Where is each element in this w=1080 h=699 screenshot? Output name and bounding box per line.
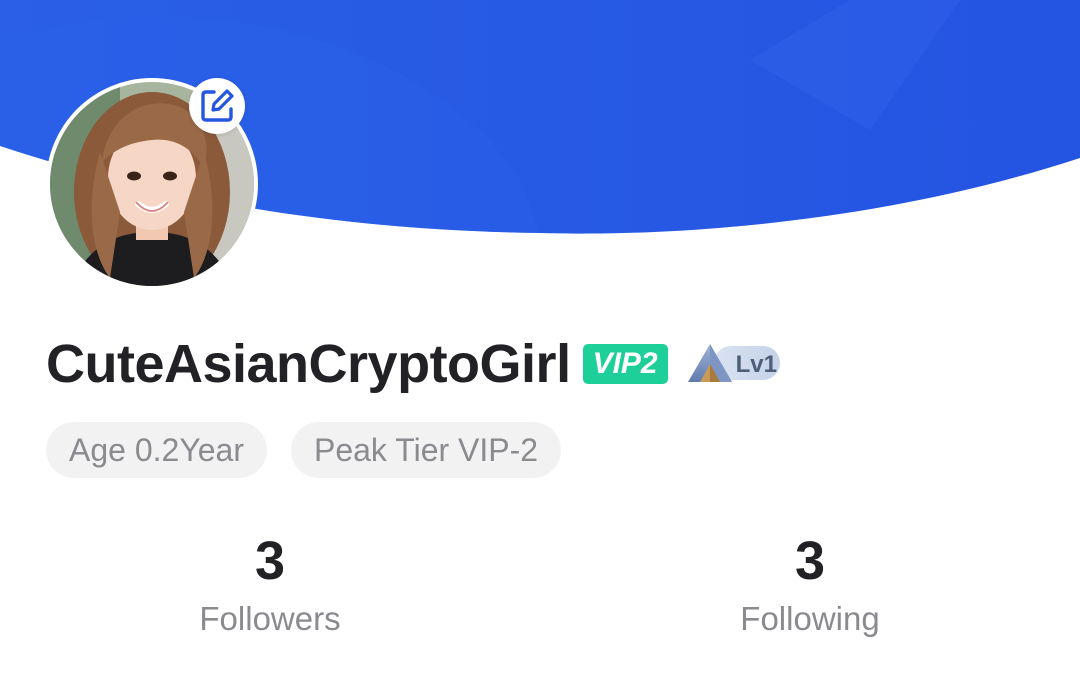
edit-profile-button[interactable] (189, 78, 245, 134)
followers-label: Followers (199, 600, 341, 637)
level-label: Lv1 (735, 351, 777, 378)
username: CuteAsianCryptoGirl (46, 334, 571, 394)
following-stat[interactable]: 3 Following (660, 528, 960, 638)
age-tag: Age 0.2Year (46, 422, 267, 478)
peak-tier-tag: Peak Tier VIP-2 (290, 422, 562, 478)
followers-count: 3 (254, 531, 286, 591)
followers-stat[interactable]: 3 Followers (120, 528, 420, 638)
name-row: CuteAsianCryptoGirl VIP2 Lv1 (46, 332, 782, 396)
profile-tags: Age 0.2Year Peak Tier VIP-2 (46, 422, 562, 478)
following-label: Following (740, 600, 880, 637)
vip-badge: VIP2 (582, 344, 668, 384)
edit-icon (201, 89, 234, 122)
following-count: 3 (794, 531, 826, 591)
level-badge: Lv1 (686, 342, 782, 386)
profile-page: CuteAsianCryptoGirl VIP2 Lv1 Age 0.2Year… (0, 0, 1080, 699)
